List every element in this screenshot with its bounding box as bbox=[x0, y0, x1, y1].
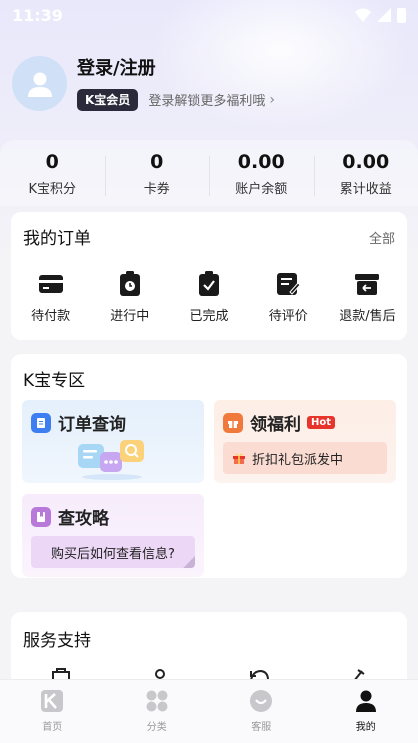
member-badge: K宝会员 bbox=[77, 88, 139, 111]
chevron-right-icon: › bbox=[269, 91, 275, 108]
stat-value: 0.00 bbox=[237, 150, 285, 173]
status-bar: 11:39 bbox=[0, 0, 418, 30]
orders-title: 我的订单 bbox=[23, 229, 91, 249]
orders-card: 我的订单 全部 待付款 进行中 已完成 待评价 退款/售后 bbox=[11, 212, 407, 340]
stat-value: 0 bbox=[45, 150, 59, 173]
stat-balance[interactable]: 0.00 账户余额 bbox=[209, 150, 314, 197]
service-title: 服务支持 bbox=[23, 631, 91, 651]
tab-category[interactable]: 分类 bbox=[105, 680, 210, 743]
stat-label: 累计收益 bbox=[339, 181, 392, 197]
profile-header[interactable]: 登录/注册 K宝会员 登录解锁更多福利哦 › bbox=[12, 56, 275, 111]
order-label: 已完成 bbox=[189, 309, 229, 324]
stat-label: 卡券 bbox=[143, 181, 170, 197]
order-to-review[interactable]: 待评价 bbox=[249, 270, 328, 324]
stat-earnings[interactable]: 0.00 累计收益 bbox=[313, 150, 418, 197]
stat-points[interactable]: 0 K宝积分 bbox=[0, 150, 105, 197]
stat-value: 0 bbox=[150, 150, 164, 173]
order-label: 退款/售后 bbox=[339, 309, 396, 324]
bookmark-icon bbox=[31, 506, 51, 527]
tab-home[interactable]: 首页 bbox=[0, 680, 105, 743]
battery-icon bbox=[397, 7, 406, 23]
stat-value: 0.00 bbox=[342, 150, 390, 173]
category-icon bbox=[146, 690, 168, 712]
orders-all-link[interactable]: 全部 bbox=[369, 228, 395, 247]
gift-icon bbox=[223, 412, 243, 433]
clipboard-check-icon bbox=[199, 271, 219, 296]
home-logo-icon bbox=[41, 690, 64, 712]
tab-label: 我的 bbox=[355, 722, 376, 733]
customer-service-icon bbox=[250, 690, 273, 712]
user-icon bbox=[27, 72, 52, 97]
tab-profile[interactable]: 我的 bbox=[314, 680, 418, 743]
status-icons bbox=[355, 7, 406, 23]
login-register-link[interactable]: 登录/注册 bbox=[77, 57, 275, 81]
wifi-icon bbox=[355, 8, 371, 22]
tab-customer-service[interactable]: 客服 bbox=[209, 680, 314, 743]
order-completed[interactable]: 已完成 bbox=[169, 270, 248, 324]
guide-banner-text: 购买后如何查看信息? bbox=[51, 546, 175, 562]
order-query-title: 订单查询 bbox=[58, 415, 126, 435]
order-label: 待付款 bbox=[31, 309, 71, 324]
stats-card: 0 K宝积分 0 卡券 0.00 账户余额 0.00 累计收益 bbox=[0, 140, 418, 206]
order-label: 待评价 bbox=[268, 309, 308, 324]
clipboard-clock-icon bbox=[119, 271, 140, 296]
page-fold-decoration bbox=[183, 556, 195, 568]
stat-label: K宝积分 bbox=[28, 181, 77, 197]
order-in-progress[interactable]: 进行中 bbox=[90, 270, 169, 324]
order-pending-payment[interactable]: 待付款 bbox=[11, 270, 90, 324]
welfare-banner-text: 折扣礼包派发中 bbox=[252, 452, 344, 468]
edit-note-icon bbox=[277, 273, 301, 295]
member-row[interactable]: K宝会员 登录解锁更多福利哦 › bbox=[77, 88, 275, 111]
avatar[interactable] bbox=[12, 56, 67, 111]
stat-label: 账户余额 bbox=[235, 181, 288, 197]
member-hint: 登录解锁更多福利哦 bbox=[148, 94, 266, 109]
guide-title: 查攻略 bbox=[58, 509, 109, 529]
tab-label: 分类 bbox=[146, 722, 167, 733]
zone-title: K宝专区 bbox=[23, 371, 86, 391]
wallet-icon bbox=[38, 275, 63, 293]
guide-tile[interactable]: 查攻略 购买后如何查看信息? bbox=[22, 494, 204, 577]
guide-banner[interactable]: 购买后如何查看信息? bbox=[31, 536, 195, 568]
gift-box-icon bbox=[233, 453, 245, 464]
return-box-icon bbox=[355, 274, 380, 295]
hot-badge: Hot bbox=[307, 416, 336, 429]
chat-bubbles-illustration bbox=[78, 440, 144, 480]
kbao-zone-card: K宝专区 订单查询 领福利 Hot 折扣礼包派发中 查攻略 购买后如何查看信息? bbox=[11, 354, 407, 578]
tab-label: 首页 bbox=[42, 722, 63, 733]
order-query-tile[interactable]: 订单查询 bbox=[22, 400, 204, 483]
order-label: 进行中 bbox=[110, 309, 150, 324]
welfare-banner[interactable]: 折扣礼包派发中 bbox=[223, 442, 387, 474]
welfare-tile[interactable]: 领福利 Hot 折扣礼包派发中 bbox=[214, 400, 396, 483]
welfare-title: 领福利 bbox=[250, 415, 301, 435]
tab-label: 客服 bbox=[251, 722, 272, 733]
tab-bar: 首页 分类 客服 我的 bbox=[0, 679, 418, 743]
status-time: 11:39 bbox=[12, 5, 63, 25]
document-icon bbox=[31, 412, 51, 433]
stat-coupons[interactable]: 0 卡券 bbox=[104, 150, 210, 197]
profile-icon bbox=[355, 690, 376, 712]
order-refund-aftersale[interactable]: 退款/售后 bbox=[328, 270, 407, 324]
signal-icon bbox=[377, 8, 391, 22]
